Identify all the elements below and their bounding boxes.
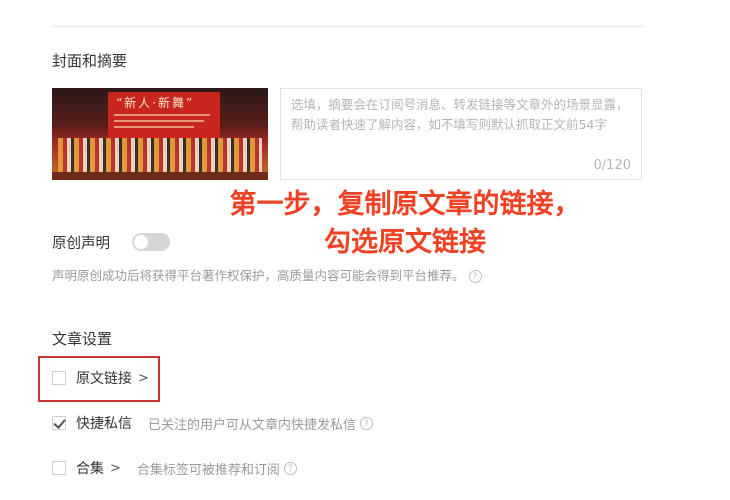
top-divider [52, 26, 644, 27]
summary-textarea[interactable]: 选填，摘要会在订阅号消息、转发链接等文章外的场景显露，帮助读者快速了解内容，如不… [280, 88, 642, 180]
checkmark-icon [53, 416, 66, 429]
cover-banner-line [114, 114, 210, 116]
collection-description: 合集标签可被推荐和订阅 [136, 462, 280, 478]
help-icon[interactable]: ? [468, 270, 482, 283]
original-declaration-text: 声明原创成功后将获得平台著作权保护，高质量内容可能会得到平台推荐。 [52, 268, 465, 283]
collection-checkbox[interactable] [52, 461, 66, 475]
quick-message-label[interactable]: 快捷私信 [76, 413, 132, 433]
summary-placeholder: 选填，摘要会在订阅号消息、转发链接等文章外的场景显露，帮助读者快速了解内容，如不… [291, 97, 629, 132]
option-quick-message[interactable]: 快捷私信 已关注的用户可从文章内快捷发私信 ? [52, 413, 374, 433]
cover-image[interactable]: “新人·新舞” [52, 88, 268, 180]
quick-message-description: 已关注的用户可从文章内快捷发私信 [148, 417, 357, 433]
original-link-checkbox[interactable] [52, 371, 66, 385]
cover-banner-line [114, 126, 194, 128]
chevron-right-icon[interactable]: > [138, 371, 149, 386]
toggle-knob [134, 235, 148, 249]
quick-message-checkbox[interactable] [52, 416, 66, 430]
original-declaration-toggle[interactable] [132, 233, 170, 251]
annotation-line-1: 第一步，复制原文章的链接， [229, 189, 581, 220]
original-link-label[interactable]: 原文链接 [76, 368, 132, 388]
cover-stage [52, 172, 268, 180]
original-declaration-label: 原创声明 [52, 236, 110, 252]
option-collection[interactable]: 合集 > 合集标签可被推荐和订阅 ? [52, 458, 297, 478]
annotation-text: 第一步，复制原文章的链接， 勾选原文链接 [180, 186, 630, 262]
annotation-line-2: 勾选原文链接 [324, 227, 486, 258]
original-declaration-description: 声明原创成功后将获得平台著作权保护，高质量内容可能会得到平台推荐。? [52, 265, 482, 284]
summary-char-count: 0/120 [593, 158, 631, 173]
help-icon[interactable]: ? [360, 416, 374, 430]
cover-banner-script: “新人·新舞” [116, 96, 195, 110]
option-original-link[interactable]: 原文链接 > [52, 368, 149, 388]
article-settings-title: 文章设置 [52, 330, 113, 348]
help-icon[interactable]: ? [283, 461, 297, 475]
chevron-right-icon[interactable]: > [110, 461, 121, 476]
cover-summary-title: 封面和摘要 [52, 52, 128, 70]
cover-banner-line [114, 120, 204, 122]
collection-label[interactable]: 合集 [76, 458, 104, 478]
